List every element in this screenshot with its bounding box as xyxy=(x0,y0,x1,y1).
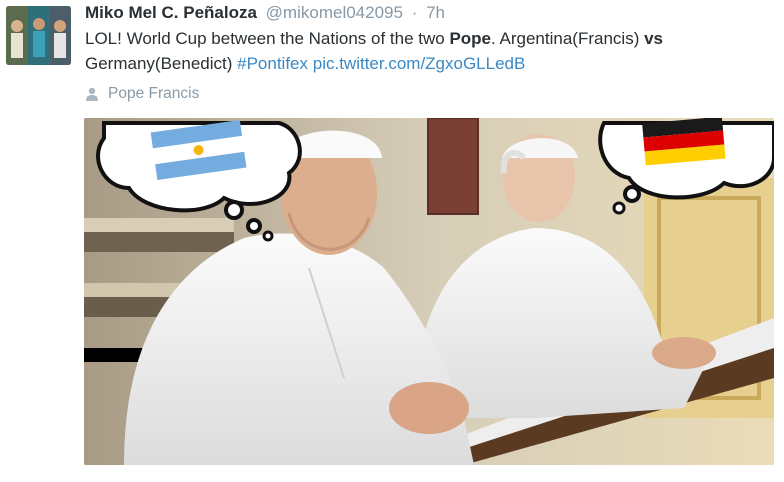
tweet-text-bold1: Pope xyxy=(449,29,492,48)
tweet-text-part3: Germany(Benedict) xyxy=(85,54,238,73)
tweet-text-part2: . Argentina(Francis) xyxy=(491,29,645,48)
tweet-text-part1: LOL! World Cup between the Nations of th… xyxy=(85,29,450,48)
photo-illustration xyxy=(84,118,774,465)
tweet-timestamp[interactable]: 7h xyxy=(426,3,445,22)
tweet-photo[interactable] xyxy=(84,118,774,465)
avatar-image xyxy=(6,6,71,65)
tweet-place[interactable]: Pope Francis xyxy=(85,84,199,104)
media-link[interactable]: pic.twitter.com/ZgxoGLLedB xyxy=(313,54,526,73)
person-icon xyxy=(86,87,98,101)
author-handle[interactable]: @mikomel042095 xyxy=(266,3,403,22)
author-avatar[interactable] xyxy=(6,6,71,65)
place-label: Pope Francis xyxy=(108,85,200,102)
tweet-text-bold2: vs xyxy=(644,29,663,48)
tweet-text: LOL! World Cup between the Nations of th… xyxy=(85,26,775,76)
hashtag-link[interactable]: #Pontifex xyxy=(237,54,308,73)
header-separator: · xyxy=(411,3,418,22)
tweet-header: Miko Mel C. Peñaloza @mikomel042095 · 7h xyxy=(85,2,445,24)
author-name[interactable]: Miko Mel C. Peñaloza xyxy=(85,3,257,22)
